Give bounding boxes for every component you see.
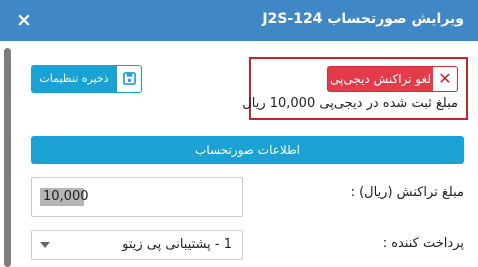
payer-selected-value: 1 - پشتیبانی پی زیتو	[122, 237, 232, 252]
amount-value: 10,000	[43, 189, 89, 204]
edit-invoice-dialog: ویرایش صورتحساب J2S-124 × ذخیره تنظیمات …	[0, 0, 478, 267]
dialog-title: ویرایش صورتحساب J2S-124	[262, 11, 464, 27]
scrollbar-thumb[interactable]	[4, 48, 11, 267]
amount-label: مبلغ تراکنش (ریال) :	[350, 185, 464, 200]
recorded-amount-text: مبلغ ثبت شده در دیجی‌پی 10,000 ریال	[242, 96, 458, 111]
invoice-info-section-header: اطلاعات صورتحساب	[31, 136, 464, 164]
digipay-transaction-box: ✕ لغو تراکنش دیجی‌پی مبلغ ثبت شده در دیج…	[242, 57, 468, 120]
close-icon: ✕	[433, 67, 457, 91]
save-settings-label: ذخیره تنظیمات	[39, 72, 109, 85]
close-icon[interactable]: ×	[14, 9, 34, 31]
payer-select[interactable]: 1 - پشتیبانی پی زیتو	[31, 230, 243, 260]
chevron-down-icon	[40, 242, 50, 248]
cancel-transaction-label: لغو تراکنش دیجی‌پی	[330, 72, 431, 86]
payer-label: پرداخت کننده :	[382, 236, 464, 251]
dialog-header: ویرایش صورتحساب J2S-124 ×	[0, 0, 478, 41]
cancel-digipay-transaction-button[interactable]: ✕ لغو تراکنش دیجی‌پی	[327, 66, 458, 92]
floppy-disk-icon	[116, 66, 141, 92]
save-settings-button[interactable]: ذخیره تنظیمات	[31, 65, 142, 93]
